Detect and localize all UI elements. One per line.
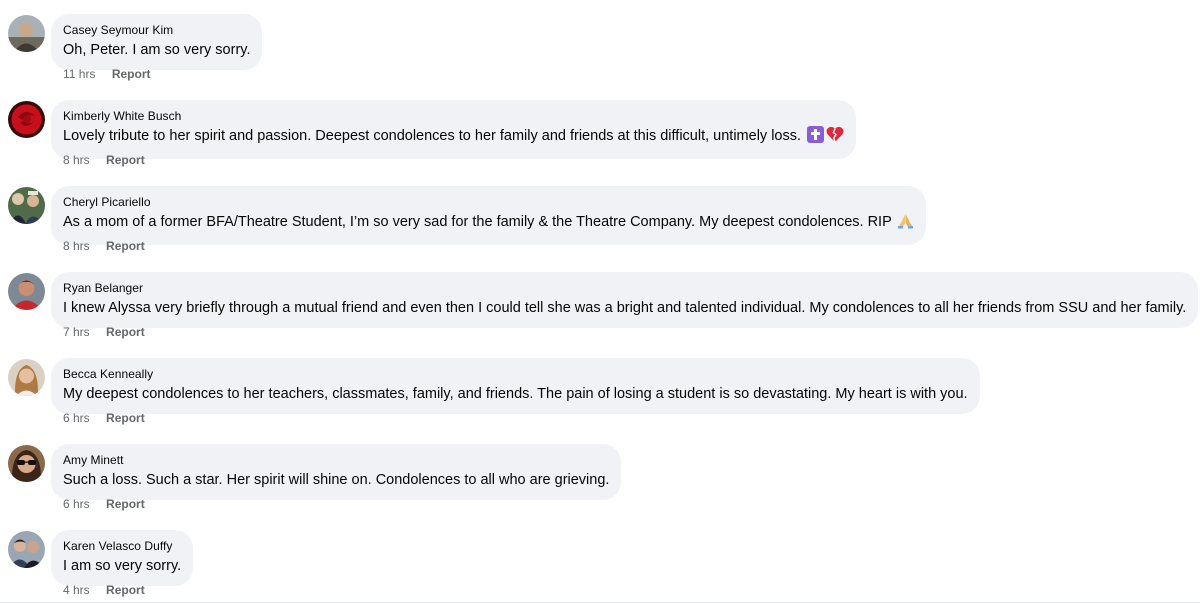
avatar[interactable] bbox=[8, 445, 45, 482]
report-link[interactable]: Report bbox=[106, 325, 145, 339]
report-link[interactable]: Report bbox=[112, 67, 151, 81]
avatar[interactable] bbox=[8, 531, 45, 568]
comment-text-body: I am so very sorry. bbox=[63, 558, 182, 574]
comment-timestamp[interactable]: 8 hrs bbox=[63, 153, 90, 167]
red-rose-photo-icon bbox=[8, 101, 45, 138]
comment-text-body: Oh, Peter. I am so very sorry. bbox=[63, 42, 251, 58]
comment-timestamp[interactable]: 8 hrs bbox=[63, 239, 90, 253]
comment-author-link[interactable]: Becca Kenneally bbox=[63, 366, 968, 382]
comment-timestamp[interactable]: 4 hrs bbox=[63, 583, 90, 597]
comment-bubble: Kimberly White Busch Lovely tribute to h… bbox=[51, 100, 857, 159]
comment-text-body: Lovely tribute to her spirit and passion… bbox=[63, 128, 802, 144]
comment-author-link[interactable]: Casey Seymour Kim bbox=[63, 22, 250, 38]
comment-meta: 8 hrs Report bbox=[63, 238, 145, 254]
comment-text: As a mom of a former BFA/Theatre Student… bbox=[63, 211, 914, 236]
folded-hands-icon bbox=[897, 212, 914, 236]
comment-text: My deepest condolences to her teachers, … bbox=[63, 383, 968, 405]
comment-text: I am so very sorry. bbox=[63, 555, 181, 577]
person-photo-icon bbox=[8, 15, 45, 52]
comment-timestamp[interactable]: 11 hrs bbox=[63, 67, 95, 81]
broken-heart-icon bbox=[826, 126, 844, 150]
comment-text-body: Such a loss. Such a star. Her spirit wil… bbox=[63, 472, 610, 488]
comment-bubble: Becca Kenneally My deepest condolences t… bbox=[51, 358, 980, 414]
comment-bubble: Amy Minett Such a loss. Such a star. Her… bbox=[51, 444, 622, 500]
person-with-sunglasses-photo-icon bbox=[8, 445, 45, 482]
person-photo-icon bbox=[8, 273, 45, 310]
report-link[interactable]: Report bbox=[106, 411, 145, 425]
comment-author-link[interactable]: Kimberly White Busch bbox=[63, 108, 844, 124]
report-link[interactable]: Report bbox=[106, 153, 145, 167]
report-link[interactable]: Report bbox=[106, 583, 145, 597]
report-link[interactable]: Report bbox=[106, 239, 145, 253]
comment-meta: 7 hrs Report bbox=[63, 324, 145, 340]
comment-text: Lovely tribute to her spirit and passion… bbox=[63, 125, 844, 150]
person-photo-icon bbox=[8, 187, 45, 224]
avatar[interactable] bbox=[8, 359, 45, 396]
comment-bubble: Casey Seymour Kim Oh, Peter. I am so ver… bbox=[51, 14, 263, 70]
comment-item: Cheryl Picariello As a mom of a former B… bbox=[0, 172, 1200, 258]
comment-bubble: Ryan Belanger I knew Alyssa very briefly… bbox=[51, 272, 1199, 328]
comment-meta: 4 hrs Report bbox=[63, 582, 145, 598]
avatar[interactable] bbox=[8, 273, 45, 310]
comment-timestamp[interactable]: 6 hrs bbox=[63, 411, 90, 425]
comment-meta: 6 hrs Report bbox=[63, 410, 145, 426]
comment-author-link[interactable]: Cheryl Picariello bbox=[63, 194, 914, 210]
comment-meta: 8 hrs Report bbox=[63, 152, 145, 168]
comment-text: I knew Alyssa very briefly through a mut… bbox=[63, 297, 1186, 319]
comment-author-link[interactable]: Ryan Belanger bbox=[63, 280, 1186, 296]
comment-meta: 11 hrs Report bbox=[63, 66, 150, 82]
comment-item: Becca Kenneally My deepest condolences t… bbox=[0, 344, 1200, 430]
comment-list: Casey Seymour Kim Oh, Peter. I am so ver… bbox=[0, 0, 1200, 603]
avatar[interactable] bbox=[8, 187, 45, 224]
comment-bubble: Cheryl Picariello As a mom of a former B… bbox=[51, 186, 926, 245]
comment-bubble: Karen Velasco Duffy I am so very sorry. bbox=[51, 530, 194, 586]
comment-item: Kimberly White Busch Lovely tribute to h… bbox=[0, 86, 1200, 172]
avatar[interactable] bbox=[8, 101, 45, 138]
comment-item: Amy Minett Such a loss. Such a star. Her… bbox=[0, 430, 1200, 516]
comment-timestamp[interactable]: 7 hrs bbox=[63, 325, 90, 339]
avatar[interactable] bbox=[8, 15, 45, 52]
comment-item: Casey Seymour Kim Oh, Peter. I am so ver… bbox=[0, 0, 1200, 86]
comment-text-body: As a mom of a former BFA/Theatre Student… bbox=[63, 214, 892, 230]
comment-timestamp[interactable]: 6 hrs bbox=[63, 497, 90, 511]
comment-text-body: My deepest condolences to her teachers, … bbox=[63, 386, 968, 402]
report-link[interactable]: Report bbox=[106, 497, 145, 511]
comment-item: Karen Velasco Duffy I am so very sorry. … bbox=[0, 516, 1200, 602]
comment-author-link[interactable]: Karen Velasco Duffy bbox=[63, 538, 181, 554]
latin-cross-icon bbox=[807, 126, 825, 150]
comment-meta: 6 hrs Report bbox=[63, 496, 145, 512]
comment-text-body: I knew Alyssa very briefly through a mut… bbox=[63, 300, 1187, 316]
comment-text: Such a loss. Such a star. Her spirit wil… bbox=[63, 469, 609, 491]
person-photo-icon bbox=[8, 359, 45, 396]
comment-item: Ryan Belanger I knew Alyssa very briefly… bbox=[0, 258, 1200, 344]
comment-text: Oh, Peter. I am so very sorry. bbox=[63, 39, 250, 61]
person-photo-icon bbox=[8, 531, 45, 568]
comment-author-link[interactable]: Amy Minett bbox=[63, 452, 609, 468]
